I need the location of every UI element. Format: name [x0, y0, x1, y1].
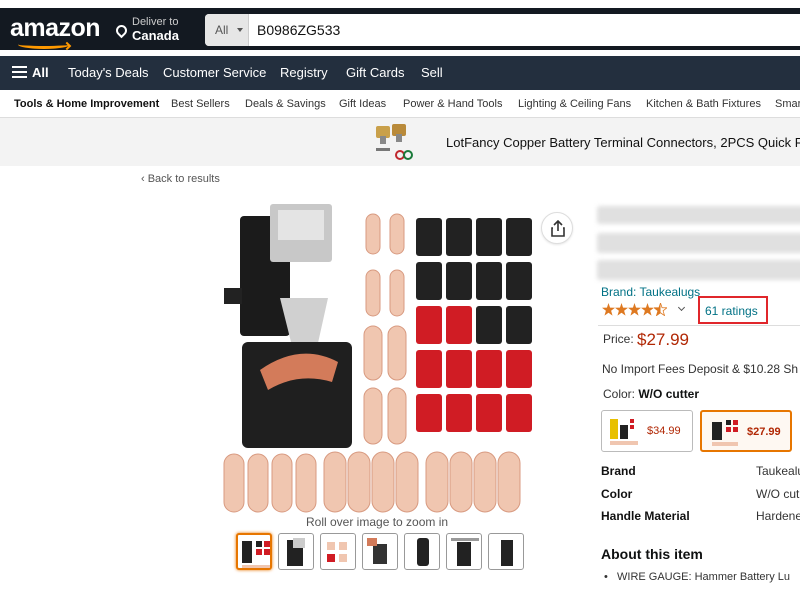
- color-label: Color:: [603, 387, 636, 401]
- search-input[interactable]: [249, 14, 800, 46]
- subnav-item[interactable]: Smar: [775, 98, 800, 110]
- star-icon: [615, 303, 628, 316]
- thumbnail[interactable]: [362, 533, 398, 570]
- spec-key: Color: [601, 487, 633, 501]
- top-header: amazon Deliver to Canada All: [0, 8, 800, 51]
- share-icon: [551, 220, 565, 237]
- import-fees-text: No Import Fees Deposit & $10.28 Sh: [602, 362, 799, 376]
- star-icon: [641, 303, 654, 316]
- deliver-country: Canada: [132, 28, 179, 43]
- price-row: Price: $27.99: [603, 330, 689, 349]
- thumbnail[interactable]: [320, 533, 356, 570]
- spec-value: Taukealu: [756, 464, 800, 478]
- location-pin-icon: [113, 22, 130, 39]
- caret-down-icon: [237, 28, 243, 32]
- thumbnail[interactable]: [236, 533, 272, 570]
- battery-terminal-image: [376, 124, 413, 160]
- swatch-price: $34.99: [647, 425, 681, 437]
- thumbnail[interactable]: [488, 533, 524, 570]
- zoom-hint: Roll over image to zoom in: [306, 515, 449, 529]
- price-label: Price:: [603, 332, 634, 346]
- about-this-item-heading: About this item: [601, 546, 703, 562]
- subnav-item[interactable]: Lighting & Ceiling Fans: [518, 98, 631, 110]
- logo-text: amazon: [10, 14, 101, 42]
- thumbnail[interactable]: [278, 533, 314, 570]
- swatch-image: [712, 420, 738, 446]
- thumbnail[interactable]: [446, 533, 482, 570]
- share-button[interactable]: [541, 212, 573, 244]
- divider: [598, 325, 800, 326]
- spec-key: Handle Material: [601, 509, 690, 523]
- back-to-results-link[interactable]: ‹ Back to results: [141, 173, 220, 185]
- nav-customer-service[interactable]: Customer Service: [163, 65, 266, 80]
- nav-all-label: All: [32, 65, 49, 80]
- redacted-title-line: [597, 260, 800, 280]
- promo-text: LotFancy Copper Battery Terminal Connect…: [446, 135, 800, 150]
- brand-link[interactable]: Brand: Taukealugs: [601, 285, 700, 299]
- nav-sell[interactable]: Sell: [421, 65, 443, 80]
- color-swatch-wo-cutter[interactable]: $27.99: [700, 410, 792, 452]
- thumbnail[interactable]: [404, 533, 440, 570]
- spec-value: Hardene: [756, 509, 800, 523]
- spec-key: Brand: [601, 464, 636, 478]
- color-swatch-with-cutter[interactable]: $34.99: [601, 410, 693, 452]
- redacted-title-line: [597, 233, 800, 253]
- star-icon: [602, 303, 615, 316]
- subnav-item[interactable]: Power & Hand Tools: [403, 98, 502, 110]
- main-nav: All Today's Deals Customer Service Regis…: [0, 56, 800, 90]
- subnav-item[interactable]: Best Sellers: [171, 98, 230, 110]
- logo-smile-icon: [18, 40, 70, 49]
- deliver-to-label: Deliver to: [132, 16, 179, 28]
- nav-all-menu-button[interactable]: All: [12, 65, 49, 80]
- redacted-title-line: [597, 206, 800, 224]
- search-category-label: All: [215, 23, 229, 37]
- search-bar: All: [205, 14, 800, 46]
- search-category-dropdown[interactable]: All: [205, 14, 249, 46]
- subnav-item[interactable]: Kitchen & Bath Fixtures: [646, 98, 761, 110]
- nav-gift-cards[interactable]: Gift Cards: [346, 65, 405, 80]
- subnav-department[interactable]: Tools & Home Improvement: [14, 98, 159, 110]
- subnav-item[interactable]: Gift Ideas: [339, 98, 386, 110]
- department-subnav: Tools & Home Improvement Best Sellers De…: [0, 91, 800, 118]
- nav-registry[interactable]: Registry: [280, 65, 328, 80]
- swatch-image: [610, 419, 638, 445]
- hamburger-icon: [12, 66, 27, 78]
- price-value: $27.99: [637, 330, 689, 349]
- half-star-icon: [654, 303, 667, 316]
- product-main-image[interactable]: [220, 202, 540, 514]
- chevron-down-icon[interactable]: [677, 303, 686, 312]
- color-selection-label: Color: W/O cutter: [603, 387, 699, 401]
- spec-value: W/O cut: [756, 487, 800, 501]
- ratings-count-highlight[interactable]: 61 ratings: [698, 296, 768, 324]
- color-value: W/O cutter: [638, 387, 700, 401]
- sponsored-banner[interactable]: LotFancy Copper Battery Terminal Connect…: [0, 118, 800, 166]
- nav-todays-deals[interactable]: Today's Deals: [68, 65, 149, 80]
- ratings-count-link[interactable]: 61 ratings: [705, 304, 758, 318]
- star-icon: [628, 303, 641, 316]
- swatch-price: $27.99: [747, 426, 781, 438]
- subnav-item[interactable]: Deals & Savings: [245, 98, 326, 110]
- about-bullet-text: WIRE GAUGE: Hammer Battery Lu: [617, 571, 790, 583]
